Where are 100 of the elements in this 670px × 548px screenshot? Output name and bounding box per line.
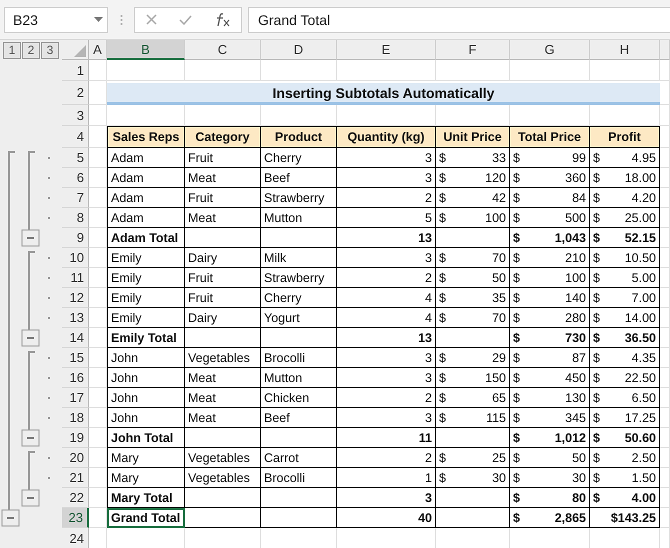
row-number[interactable]: 14 bbox=[62, 328, 89, 348]
row-number[interactable]: 19 bbox=[62, 428, 89, 448]
row-number[interactable]: 24 bbox=[62, 528, 89, 548]
outline-level-button[interactable]: 3 bbox=[41, 42, 59, 58]
table-cell: Fruit bbox=[185, 148, 261, 168]
row-number[interactable]: 15 bbox=[62, 348, 89, 368]
row-number[interactable]: 17 bbox=[62, 388, 89, 408]
column-heading[interactable]: D bbox=[261, 40, 337, 60]
table-cell: 3 bbox=[337, 148, 436, 168]
row-number[interactable]: 3 bbox=[62, 105, 89, 126]
check-icon[interactable] bbox=[179, 14, 192, 24]
currency-symbol: $ bbox=[513, 210, 520, 224]
column-heading[interactable]: C bbox=[185, 40, 261, 60]
table-cell: Mutton bbox=[261, 368, 337, 388]
currency-symbol: $ bbox=[593, 250, 600, 264]
column-header: Product bbox=[261, 126, 337, 148]
table-cell: 2 bbox=[337, 448, 436, 468]
row-number[interactable]: 2 bbox=[62, 81, 89, 105]
table-cell: Strawberry bbox=[261, 188, 337, 208]
cell-value: 84 bbox=[572, 190, 586, 204]
column-header: Unit Price bbox=[436, 126, 510, 148]
currency-symbol: $ bbox=[513, 390, 520, 404]
name-box[interactable]: B23 bbox=[4, 6, 108, 32]
currency-symbol: $ bbox=[593, 190, 600, 204]
cell-value: 4.20 bbox=[632, 190, 656, 204]
cell-value: 29 bbox=[492, 350, 506, 364]
cell-value: 1,043 bbox=[554, 230, 586, 244]
table-cell: 4 bbox=[337, 288, 436, 308]
table-cell: 2 bbox=[337, 188, 436, 208]
row-number[interactable]: 5 bbox=[62, 148, 89, 168]
row-number[interactable]: 8 bbox=[62, 208, 89, 228]
row-number[interactable]: 16 bbox=[62, 368, 89, 388]
currency-symbol: $ bbox=[439, 190, 446, 204]
column-heading[interactable]: A bbox=[89, 40, 107, 60]
cell-value: 4.95 bbox=[632, 150, 656, 164]
table-cell: Yogurt bbox=[261, 308, 337, 328]
cell-value: 36.50 bbox=[624, 330, 656, 344]
cell-value: 5.00 bbox=[632, 270, 656, 284]
row-number[interactable]: 23 bbox=[62, 508, 89, 528]
cell-value: 1,012 bbox=[554, 430, 586, 444]
cell-value: 1.50 bbox=[632, 470, 656, 484]
collapse-button[interactable] bbox=[22, 230, 40, 246]
table-cell: Emily bbox=[107, 248, 185, 268]
table-cell: John bbox=[107, 408, 185, 428]
function-icon[interactable] bbox=[214, 12, 230, 26]
cell-value: 2.50 bbox=[632, 450, 656, 464]
cell-value: 100 bbox=[565, 270, 586, 284]
row-number[interactable]: 18 bbox=[62, 408, 89, 428]
currency-symbol: $ bbox=[439, 250, 446, 264]
collapse-button[interactable] bbox=[2, 510, 20, 526]
collapse-button[interactable] bbox=[22, 490, 40, 506]
cell-value: 25 bbox=[492, 450, 506, 464]
cell-value: 35 bbox=[492, 290, 506, 304]
row-number[interactable]: 11 bbox=[62, 268, 89, 288]
row-number[interactable]: 6 bbox=[62, 168, 89, 188]
column-heading[interactable]: B bbox=[107, 40, 185, 60]
cancel-icon[interactable] bbox=[146, 14, 157, 25]
collapse-button[interactable] bbox=[22, 430, 40, 446]
row-number[interactable]: 21 bbox=[62, 468, 89, 488]
table-cell: 4 bbox=[337, 308, 436, 328]
currency-symbol: $ bbox=[439, 170, 446, 184]
cell-value: 99 bbox=[572, 150, 586, 164]
cell-value: 210 bbox=[565, 250, 586, 264]
column-heading[interactable]: E bbox=[337, 40, 436, 60]
currency-symbol: $ bbox=[593, 230, 600, 244]
currency-symbol: $ bbox=[593, 330, 600, 344]
outline-level-button[interactable]: 1 bbox=[3, 42, 21, 58]
row-number[interactable]: 10 bbox=[62, 248, 89, 268]
row-number[interactable]: 22 bbox=[62, 488, 89, 508]
row-number[interactable]: 9 bbox=[62, 228, 89, 248]
cell-value: 33 bbox=[492, 150, 506, 164]
cell-value: 87 bbox=[572, 350, 586, 364]
column-heading[interactable]: H bbox=[590, 40, 660, 60]
currency-symbol: $ bbox=[593, 490, 600, 504]
currency-symbol: $ bbox=[513, 490, 520, 504]
row-number[interactable]: 4 bbox=[62, 126, 89, 148]
row-number[interactable]: 20 bbox=[62, 448, 89, 468]
row-number[interactable]: 13 bbox=[62, 308, 89, 328]
table-cell: Beef bbox=[261, 408, 337, 428]
currency-symbol: $ bbox=[513, 270, 520, 284]
formula-field[interactable]: Grand Total bbox=[248, 6, 670, 32]
row-number[interactable]: 12 bbox=[62, 288, 89, 308]
column-heading[interactable]: G bbox=[510, 40, 590, 60]
column-heading[interactable]: F bbox=[436, 40, 510, 60]
cell-value: 22.50 bbox=[624, 370, 656, 384]
collapse-button[interactable] bbox=[22, 330, 40, 346]
row-number[interactable]: 7 bbox=[62, 188, 89, 208]
table-cell: Emily bbox=[107, 268, 185, 288]
table-cell: Chicken bbox=[261, 388, 337, 408]
table-cell: 13 bbox=[337, 328, 436, 348]
dropdown-caret-icon bbox=[94, 17, 103, 22]
table-cell: Beef bbox=[261, 168, 337, 188]
currency-symbol: $ bbox=[593, 170, 600, 184]
currency-symbol: $ bbox=[513, 470, 520, 484]
currency-symbol: $ bbox=[593, 310, 600, 324]
table-cell: Vegetables bbox=[185, 348, 261, 368]
outline-level-button[interactable]: 2 bbox=[22, 42, 40, 58]
select-all-icon[interactable] bbox=[74, 45, 86, 57]
sheet-title: Inserting Subtotals Automatically bbox=[107, 83, 660, 105]
row-number[interactable]: 1 bbox=[62, 60, 89, 81]
